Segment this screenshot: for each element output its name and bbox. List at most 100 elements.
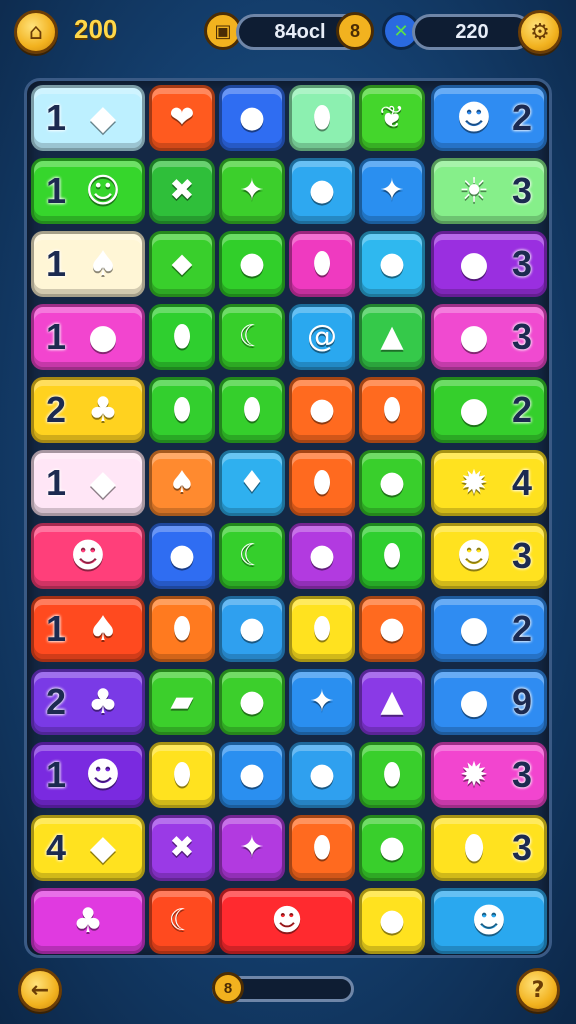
board-tile-r3-c2[interactable]: ⬥ [149,231,215,297]
red-drop-icon: ⬮ [382,392,402,427]
board-tile-r3-c6[interactable]: ● 3 [431,231,547,297]
tomato-icon: ● [459,317,489,357]
board-tile-r10-c3[interactable]: ● [219,742,285,808]
board-tile-r11-c5[interactable]: ● [359,815,425,881]
board-tile-r1-c5[interactable]: ❦ [359,85,425,151]
board-tile-r1-c6[interactable]: ☻ 2 [431,85,547,151]
green-apple-icon: ● [378,830,406,865]
board-tile-r11-c6[interactable]: ⬮ 3 [431,815,547,881]
pink-star-icon: ✦ [239,830,265,865]
board-tile-r5-c5[interactable]: ⬮ [359,377,425,443]
orange-drop-icon: ⬮ [172,757,192,792]
board-tile-r11-c4[interactable]: ⬮ [289,815,355,881]
board-tile-r5-c4[interactable]: ● [289,377,355,443]
board-tile-r6-c3[interactable]: ♦ [219,450,285,516]
board-tile-r8-c2[interactable]: ⬮ [149,596,215,662]
board-tile-r8-c1[interactable]: ♠ 1 [31,596,145,662]
tile-counter: 4 [46,827,67,868]
board-tile-r6-c6[interactable]: ✹ 4 [431,450,547,516]
board-tile-r3-c3[interactable]: ● [219,231,285,297]
board-tile-r12-c3[interactable]: ☻ [219,888,355,954]
board-tile-r7-c2[interactable]: ● [149,523,215,589]
board-tile-r7-c1[interactable]: ☻ [31,523,145,589]
board-tile-r6-c2[interactable]: ♠ [149,450,215,516]
board-tile-r2-c6[interactable]: ☀ 3 [431,158,547,224]
tile-counter: 2 [511,97,532,138]
score-badge: 8 [336,12,374,50]
orange-cat-icon: ✹ [459,463,489,503]
board-tile-r10-c5[interactable]: ⬮ [359,742,425,808]
board-tile-r2-c2[interactable]: ✖ [149,158,215,224]
board-tile-r7-c5[interactable]: ⬮ [359,523,425,589]
green-leaf-icon: ⬮ [312,611,332,646]
board-tile-r12-c5[interactable]: ☻ [431,888,547,954]
board-tile-r10-c2[interactable]: ⬮ [149,742,215,808]
help-button[interactable]: ? [516,968,560,1012]
board-tile-r2-c4[interactable]: ● [289,158,355,224]
board-tile-r1-c4[interactable]: ⬮ [289,85,355,151]
board-tile-r10-c4[interactable]: ● [289,742,355,808]
board-tile-r2-c1[interactable]: ☺ 1 [31,158,145,224]
shop-button[interactable]: ⌂ [14,10,58,54]
score-value: 84ocl [274,20,326,43]
purple-x-icon: ✖ [169,830,195,865]
board-tile-r2-c3[interactable]: ✦ [219,158,285,224]
purple-fruit-icon: ● [238,100,266,135]
board-tile-r12-c4[interactable]: ● [359,888,425,954]
board-tile-r7-c3[interactable]: ☾ [219,523,285,589]
board-tile-r1-c2[interactable]: ❤ [149,85,215,151]
board-tile-r4-c2[interactable]: ⬮ [149,304,215,370]
board-tile-r8-c3[interactable]: ● [219,596,285,662]
board-tile-r12-c1[interactable]: ♣ [31,888,145,954]
board-tile-r3-c1[interactable]: ♠ 1 [31,231,145,297]
board-tile-r5-c6[interactable]: ● 2 [431,377,547,443]
board-tile-r9-c5[interactable]: ▲ [359,669,425,735]
board-tile-r9-c4[interactable]: ✦ [289,669,355,735]
orange-cupcake-icon: ♣ [87,682,119,722]
board-tile-r9-c3[interactable]: ● [219,669,285,735]
blue-shell-icon: ◆ [89,828,117,868]
board-tile-r3-c5[interactable]: ● [359,231,425,297]
board-tile-r10-c6[interactable]: ✹ 3 [431,742,547,808]
board-tile-r1-c1[interactable]: ◆ 1 [31,85,145,151]
back-button[interactable]: ← [18,968,62,1012]
settings-button[interactable]: ⚙ [518,10,562,54]
board-tile-r1-c3[interactable]: ● [219,85,285,151]
board-tile-r10-c1[interactable]: ☻ 1 [31,742,145,808]
board-tile-r6-c5[interactable]: ● [359,450,425,516]
board-tile-r8-c5[interactable]: ● [359,596,425,662]
board-tile-r4-c3[interactable]: ☾ [219,304,285,370]
board-tile-r11-c3[interactable]: ✦ [219,815,285,881]
board-tile-r3-c4[interactable]: ⬮ [289,231,355,297]
board-tile-r7-c6[interactable]: ☻ 3 [431,523,547,589]
board-tile-r2-c5[interactable]: ✦ [359,158,425,224]
board-tile-r7-c4[interactable]: ● [289,523,355,589]
green-x-icon: ✖ [169,173,195,208]
board-tile-r8-c6[interactable]: ● 2 [431,596,547,662]
board-tile-r5-c3[interactable]: ⬮ [219,377,285,443]
plum-icon: ● [88,317,118,357]
tile-counter: 4 [511,462,532,503]
purple-berry-icon: ● [168,538,196,573]
board-tile-r5-c1[interactable]: ♣ 2 [31,377,145,443]
board-tile-r8-c4[interactable]: ⬮ [289,596,355,662]
board-tile-r12-c2[interactable]: ☾ [149,888,215,954]
blue-bird-icon: ♦ [238,465,266,500]
tile-counter: 3 [511,243,532,284]
board-tile-r11-c1[interactable]: ◆ 4 [31,815,145,881]
board-tile-r4-c1[interactable]: ● 1 [31,304,145,370]
plum-icon: ● [459,390,489,430]
board-tile-r9-c1[interactable]: ♣ 2 [31,669,145,735]
board-tile-r6-c4[interactable]: ⬮ [289,450,355,516]
board-tile-r4-c6[interactable]: ● 3 [431,304,547,370]
board-tile-r6-c1[interactable]: ◆ 1 [31,450,145,516]
board-tile-r9-c6[interactable]: ● 9 [431,669,547,735]
blue-shell-icon: ◆ [89,463,117,503]
board-tile-r5-c2[interactable]: ⬮ [149,377,215,443]
board-tile-r11-c2[interactable]: ✖ [149,815,215,881]
acorn-icon: ♠ [87,244,119,284]
tile-counter: 1 [46,243,67,284]
board-tile-r4-c4[interactable]: @ [289,304,355,370]
board-tile-r4-c5[interactable]: ▲ [359,304,425,370]
board-tile-r9-c2[interactable]: ▰ [149,669,215,735]
